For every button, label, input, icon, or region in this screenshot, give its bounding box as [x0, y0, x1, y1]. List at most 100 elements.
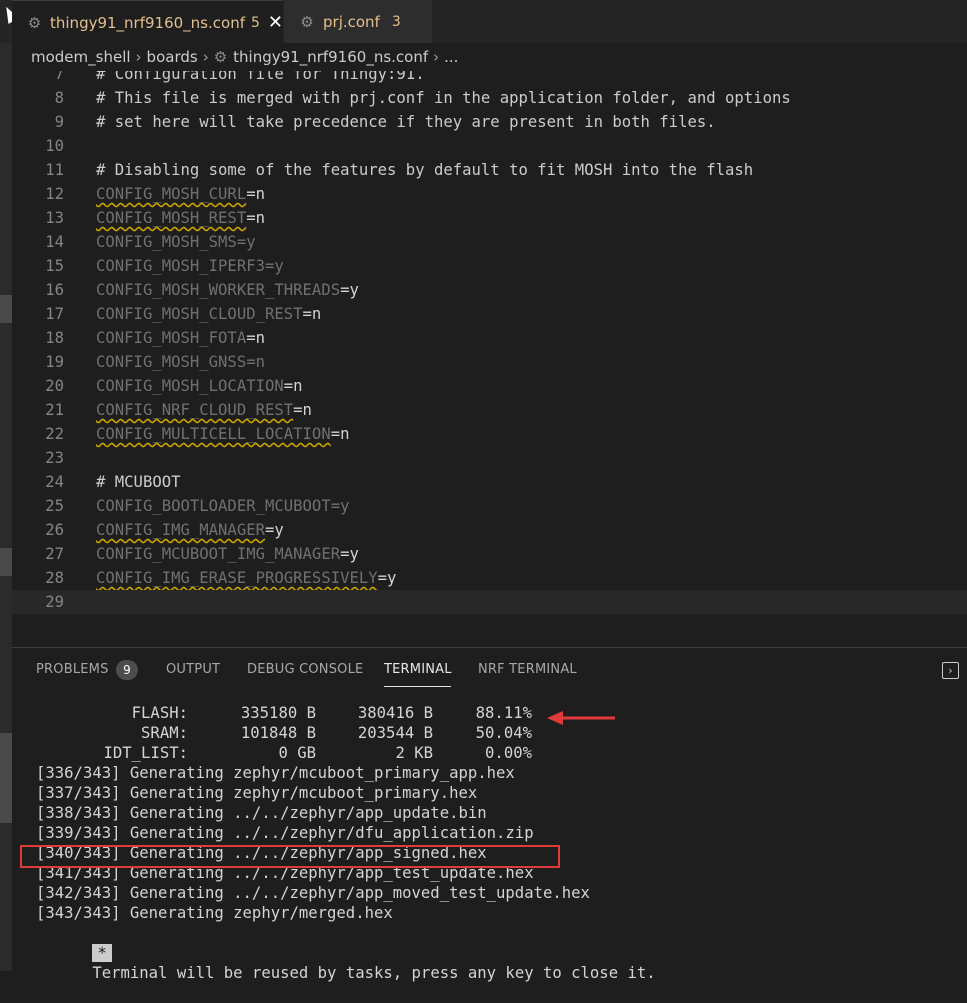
config-value: =n — [246, 185, 265, 203]
line-number: 7 — [54, 71, 64, 83]
terminal-line: [338/343] Generating ../../zephyr/app_up… — [36, 804, 487, 822]
line-number: 24 — [45, 473, 64, 491]
terminal-reuse-line: * Terminal will be reused by tasks, pres… — [36, 923, 656, 982]
line-number: 27 — [45, 545, 64, 563]
tab-thingy91-conf[interactable]: ⚙ thingy91_nrf9160_ns.conf 5 ✕ — [12, 0, 283, 44]
code-line[interactable]: 19 CONFIG_MOSH_GNSS=n — [12, 350, 967, 374]
chevron-right-icon: › — [202, 48, 209, 66]
tab-output[interactable]: OUTPUT — [166, 662, 220, 677]
config-key: CONFIG_NRF_CLOUD_REST — [96, 401, 294, 419]
line-number: 21 — [45, 401, 64, 419]
config-value: =n — [330, 425, 350, 443]
breadcrumb-item-modem-shell[interactable]: modem_shell — [31, 48, 131, 66]
problem-count: 3 — [391, 13, 401, 30]
line-code: CONFIG_IMG_MANAGER=y — [96, 518, 284, 542]
gear-icon: ⚙ — [213, 48, 228, 66]
problems-count-badge: 9 — [116, 660, 138, 680]
terminal-reuse-message: Terminal will be reused by tasks, press … — [92, 964, 656, 982]
config-key: CONFIG_MCUBOOT_IMG_MANAGER — [96, 545, 341, 563]
code-line[interactable]: 25 CONFIG_BOOTLOADER_MCUBOOT=y — [12, 494, 967, 518]
memory-size: 203544 B — [357, 724, 433, 742]
config-value: =y — [340, 545, 359, 563]
code-line[interactable]: 18 CONFIG_MOSH_FOTA=n — [12, 326, 967, 350]
activity-strip — [0, 43, 12, 971]
maximize-panel-icon[interactable]: › — [942, 662, 959, 679]
code-line[interactable]: 8 # This file is merged with prj.conf in … — [12, 86, 967, 110]
code-line[interactable]: 23 — [12, 446, 967, 470]
line-code: CONFIG_MOSH_FOTA=n — [96, 326, 265, 350]
line-number: 19 — [45, 353, 64, 371]
annotation-arrow-icon — [547, 711, 615, 725]
memory-percent: 50.04% — [475, 724, 532, 742]
terminal-line: [343/343] Generating zephyr/merged.hex — [36, 904, 393, 922]
terminal-output[interactable]: FLASH: 335180 B 380416 B 88.11% SRAM: 10… — [12, 703, 967, 982]
code-line[interactable]: 17 CONFIG_MOSH_CLOUD_REST=n — [12, 302, 967, 326]
code-line[interactable]: 12 CONFIG_MOSH_CURL=n — [12, 182, 967, 206]
tab-terminal[interactable]: TERMINAL — [384, 662, 452, 677]
code-comment: # Configuration file for Thingy:91. — [96, 71, 425, 83]
line-code: # MCUBOOT — [96, 470, 181, 494]
code-line[interactable]: 22 CONFIG_MULTICELL_LOCATION=n — [12, 422, 967, 446]
code-line[interactable]: 24 # MCUBOOT — [12, 470, 967, 494]
code-line[interactable]: 20 CONFIG_MOSH_LOCATION=n — [12, 374, 967, 398]
code-line[interactable]: 29 — [12, 590, 967, 614]
line-number: 9 — [54, 113, 64, 131]
memory-percent: 88.11% — [475, 704, 532, 722]
breadcrumb: modem_shell › boards › ⚙ thingy91_nrf916… — [12, 43, 967, 71]
memory-row-idt-list: IDT_LIST: 0 GB 2 KB 0.00% — [12, 743, 572, 763]
chevron-right-icon: › — [135, 48, 142, 66]
config-value: =n — [302, 305, 322, 323]
code-line[interactable]: 11 # Disabling some of the features by de… — [12, 158, 967, 182]
tab-nrf-terminal[interactable]: NRF TERMINAL — [478, 662, 577, 677]
breadcrumb-item-boards[interactable]: boards — [147, 48, 198, 66]
tab-debug-console[interactable]: DEBUG CONSOLE — [247, 662, 363, 677]
line-code: CONFIG_MOSH_REST=n — [96, 206, 265, 230]
memory-used: 335180 B — [240, 704, 316, 722]
tab-prj-conf[interactable]: ⚙ prj.conf 3 — [284, 0, 432, 43]
config-value: =n — [246, 329, 265, 347]
close-icon[interactable]: ✕ — [268, 12, 283, 33]
config-key: CONFIG_IMG_MANAGER — [96, 521, 265, 539]
code-line[interactable]: 21 CONFIG_NRF_CLOUD_REST=n — [12, 398, 967, 422]
line-code: CONFIG_MOSH_SMS=y — [96, 230, 256, 254]
code-editor[interactable]: 7 # Configuration file for Thingy:91. 8 # T… — [12, 71, 967, 643]
terminal-line: [342/343] Generating ../../zephyr/app_mo… — [36, 884, 590, 902]
scroll-marker — [0, 733, 12, 823]
line-number: 12 — [45, 185, 64, 203]
code-comment: # set here will take precedence if they … — [96, 113, 716, 131]
memory-size: 2 KB — [395, 744, 433, 762]
code-comment: # MCUBOOT — [96, 473, 181, 491]
code-line[interactable]: 28 CONFIG_IMG_ERASE_PROGRESSIVELY=y — [12, 566, 967, 590]
config-key: =n — [246, 353, 265, 371]
code-line[interactable]: 16 CONFIG_MOSH_WORKER_THREADS=y — [12, 278, 967, 302]
memory-row-flash: FLASH: 335180 B 380416 B 88.11% — [12, 703, 572, 723]
config-key: CONFIG_MOSH_CLOUD_REST — [96, 305, 303, 323]
line-code: # set here will take precedence if they … — [96, 110, 716, 134]
memory-used: 101848 B — [240, 724, 316, 742]
bottom-panel: PROBLEMS 9 OUTPUT DEBUG CONSOLE TERMINAL… — [12, 647, 967, 982]
config-value: =y — [340, 281, 359, 299]
config-key: CONFIG_MOSH_IPERF3 — [96, 257, 265, 275]
code-line[interactable]: 26 CONFIG_IMG_MANAGER=y — [12, 518, 967, 542]
memory-used: 0 GB — [278, 744, 316, 762]
line-number: 8 — [54, 89, 64, 107]
code-line[interactable]: 27 CONFIG_MCUBOOT_IMG_MANAGER=y — [12, 542, 967, 566]
code-line[interactable]: 13 CONFIG_MOSH_REST=n — [12, 206, 967, 230]
code-line[interactable]: 10 — [12, 134, 967, 158]
gear-icon: ⚙ — [27, 13, 42, 32]
config-key: CONFIG_MULTICELL_LOCATION — [96, 425, 331, 443]
breadcrumb-item-file[interactable]: thingy91_nrf9160_ns.conf — [233, 48, 428, 66]
line-number: 25 — [45, 497, 64, 515]
line-number: 11 — [45, 161, 64, 179]
config-value: =y — [265, 521, 284, 539]
code-line[interactable]: 7 # Configuration file for Thingy:91. — [12, 71, 967, 86]
config-value: =n — [246, 209, 265, 227]
code-line[interactable]: 15 CONFIG_MOSH_IPERF3=y — [12, 254, 967, 278]
scroll-marker — [0, 295, 12, 323]
line-code: CONFIG_NRF_CLOUD_REST=n — [96, 398, 312, 422]
tab-problems[interactable]: PROBLEMS — [36, 662, 109, 677]
code-line[interactable]: 9 # set here will take precedence if they… — [12, 110, 967, 134]
breadcrumb-item-symbol[interactable]: ... — [444, 48, 458, 66]
code-line[interactable]: 14 CONFIG_MOSH_SMS=y — [12, 230, 967, 254]
config-key: =y — [236, 233, 256, 251]
